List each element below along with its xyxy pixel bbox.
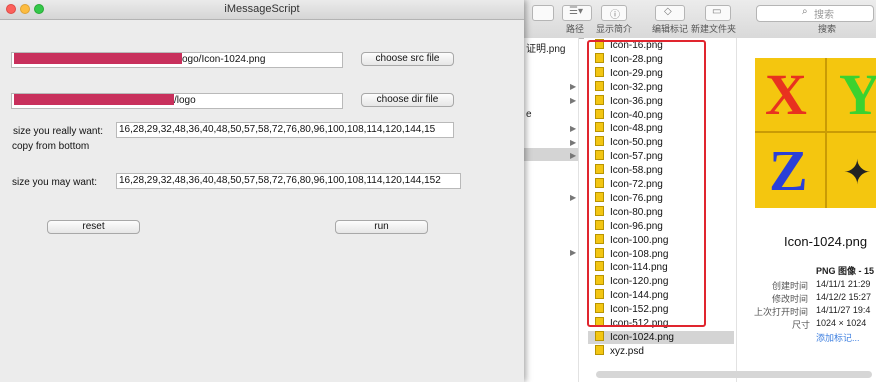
highlight-box bbox=[587, 40, 706, 327]
horizontal-scrollbar[interactable] bbox=[596, 371, 872, 378]
edit-tags-label: 编辑标记 bbox=[652, 24, 689, 34]
image-file-icon bbox=[595, 330, 604, 341]
new-folder-label: 新建文件夹 bbox=[691, 24, 737, 34]
created-key: 创建时间 bbox=[772, 281, 809, 291]
add-tags-link[interactable]: 添加标记... bbox=[816, 331, 860, 344]
search-icon: ⌕ bbox=[802, 6, 808, 17]
dir-value: /logo bbox=[174, 95, 196, 106]
created-value: 14/11/1 21:29 bbox=[816, 279, 871, 289]
list-item[interactable]: xyz.psd bbox=[595, 344, 644, 358]
list-item[interactable]: e bbox=[526, 109, 532, 120]
chevron-right-icon: ▶ bbox=[570, 248, 577, 257]
modified-value: 14/12/2 15:27 bbox=[816, 292, 872, 302]
choose-dir-button[interactable]: choose dir file bbox=[361, 93, 454, 107]
app-window: iMessageScript ogo/Icon-1024.png choose … bbox=[0, 0, 524, 382]
folder-plus-icon: ▭ bbox=[712, 6, 722, 17]
copy-from-bottom-label: copy from bottom bbox=[12, 141, 90, 152]
chevron-right-icon: ▶ bbox=[570, 124, 577, 133]
search-placeholder: 搜索 bbox=[814, 10, 834, 21]
new-folder-button[interactable]: ▭ bbox=[705, 5, 731, 21]
title-bar: iMessageScript bbox=[0, 0, 524, 20]
reset-button[interactable]: reset bbox=[47, 220, 140, 234]
chevron-right-icon: ▶ bbox=[570, 151, 577, 160]
view-toggle-button[interactable] bbox=[532, 5, 554, 21]
dir-field[interactable]: /logo bbox=[11, 93, 343, 109]
chevron-right-icon: ▶ bbox=[570, 82, 577, 91]
may-want-field[interactable]: 16,28,29,32,48,36,40,48,50,57,58,72,76,8… bbox=[116, 173, 461, 189]
src-file-field[interactable]: ogo/Icon-1024.png bbox=[11, 52, 343, 68]
really-want-field[interactable]: 16,28,29,32,48,36,40,48,50,57,58,72,76,8… bbox=[116, 122, 454, 138]
opened-key: 上次打开时间 bbox=[754, 307, 809, 317]
preview-divider bbox=[825, 58, 827, 208]
show-info-label: 显示简介 bbox=[596, 24, 633, 34]
chevron-right-icon: ▶ bbox=[570, 96, 577, 105]
preview-filename: Icon-1024.png bbox=[784, 234, 868, 249]
preview-image: X Y Z ✦ bbox=[755, 58, 876, 208]
choose-src-button[interactable]: choose src file bbox=[361, 52, 454, 66]
size-value: 1024 × 1024 bbox=[816, 318, 867, 328]
redaction bbox=[14, 94, 174, 105]
preview-kind: PNG 图像 - 15 bbox=[816, 266, 875, 276]
path-label: 路径 bbox=[566, 24, 585, 34]
chevron-right-icon: ▶ bbox=[570, 193, 577, 202]
image-file-icon bbox=[595, 344, 604, 355]
search-label: 搜索 bbox=[818, 24, 837, 34]
opened-value: 14/11/27 19:4 bbox=[816, 305, 871, 315]
info-icon: ⓘ bbox=[610, 10, 620, 21]
run-button[interactable]: run bbox=[335, 220, 428, 234]
edit-tags-button[interactable]: ◇ bbox=[655, 5, 685, 21]
preview-star-icon: ✦ bbox=[843, 154, 872, 192]
list-item[interactable]: 证明.png bbox=[526, 40, 565, 55]
list-icon: ☰▾ bbox=[569, 6, 583, 17]
file-name: Icon-1024.png bbox=[610, 331, 674, 343]
really-want-label: size you really want: bbox=[13, 126, 104, 137]
window-title: iMessageScript bbox=[224, 3, 300, 15]
preview-letter-y: Y bbox=[839, 62, 876, 127]
preview-letter-x: X bbox=[765, 62, 807, 127]
arrange-menu-button[interactable]: ☰▾ bbox=[562, 5, 592, 21]
may-want-label: size you may want: bbox=[12, 177, 98, 188]
file-name: xyz.psd bbox=[610, 345, 644, 357]
modified-key: 修改时间 bbox=[772, 294, 809, 304]
show-info-button[interactable]: ⓘ bbox=[601, 5, 627, 21]
src-file-value: ogo/Icon-1024.png bbox=[182, 54, 266, 65]
chevron-right-icon: ▶ bbox=[570, 138, 577, 147]
tag-icon: ◇ bbox=[664, 6, 672, 17]
redaction bbox=[14, 53, 182, 64]
list-item[interactable]: Icon-1024.png bbox=[588, 330, 734, 344]
preview-letter-z: Z bbox=[769, 138, 808, 203]
size-key: 尺寸 bbox=[792, 320, 811, 330]
preview-divider bbox=[755, 131, 876, 133]
